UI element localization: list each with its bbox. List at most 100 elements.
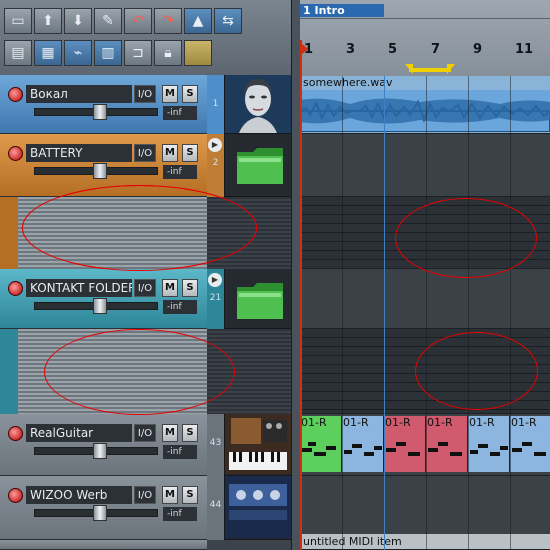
io-button[interactable]: I/O [134, 85, 156, 103]
panel-splitter[interactable] [291, 0, 300, 550]
midi-item-label: 01-R [511, 416, 537, 429]
ruler-divider [300, 18, 550, 19]
folder-indent-bar [0, 329, 18, 414]
track-kontakt-folder: KONTAKT FOLDER I/O M S -inf 21 ▶ [0, 269, 300, 329]
midi-item-label: 01-R [427, 416, 453, 429]
import-icon[interactable]: ⬆ [34, 8, 62, 34]
track-control-panel [0, 540, 207, 550]
grid-snap-icon[interactable]: ⇆ [214, 8, 242, 34]
lane-bottom[interactable]: untitled MIDI item [300, 534, 550, 550]
solo-button[interactable]: S [182, 279, 198, 297]
record-arm-button[interactable] [8, 87, 23, 102]
routing-icon[interactable]: ⌁ [64, 40, 92, 66]
folder-play-icon[interactable]: ▶ [208, 138, 222, 152]
annotation-oval [22, 185, 257, 271]
io-button[interactable]: I/O [134, 486, 156, 504]
mute-button[interactable]: M [162, 144, 178, 162]
lock-icon[interactable]: 🔒︎ [154, 40, 182, 66]
keyboard-icon[interactable]: ▥ [94, 40, 122, 66]
folder-icon [237, 148, 283, 184]
folder-icon [237, 283, 283, 319]
ruler-tick: 7 [431, 42, 441, 57]
fader-knob[interactable] [93, 163, 107, 179]
face-avatar-icon [225, 75, 291, 133]
midi-item-label: untitled MIDI item [303, 535, 402, 548]
grid-line [342, 76, 343, 550]
lane-vocal[interactable]: somewhere.wav [300, 76, 550, 134]
record-arm-button[interactable] [8, 281, 23, 296]
track-name-field[interactable]: KONTAKT FOLDER [26, 279, 132, 297]
track-number: 43 [207, 414, 224, 476]
track-vocal: Вокал I/O M S -inf 1 [0, 75, 300, 134]
fader-knob[interactable] [93, 505, 107, 521]
track-name-field[interactable]: Вокал [26, 85, 132, 103]
track-thumbnail [224, 476, 291, 540]
arrange-view[interactable]: 1 Intro 1 3 5 7 9 11 somewhere.wav 01-R … [300, 0, 550, 550]
mute-button[interactable]: M [162, 85, 178, 103]
record-arm-button[interactable] [8, 488, 23, 503]
volume-readout: -inf [163, 445, 197, 459]
io-button[interactable]: I/O [134, 144, 156, 162]
volume-readout: -inf [163, 507, 197, 521]
midi-item-label: 01-R [343, 416, 369, 429]
wrench-icon[interactable]: ✎ [94, 8, 122, 34]
loop-icon[interactable]: ⊐ [124, 40, 152, 66]
record-arm-button[interactable] [8, 146, 23, 161]
io-button[interactable]: I/O [134, 424, 156, 442]
mute-button[interactable]: M [162, 424, 178, 442]
volume-fader[interactable] [34, 104, 158, 120]
mute-button[interactable]: M [162, 279, 178, 297]
metronome-icon[interactable]: ▲ [184, 8, 212, 34]
annotation-oval [44, 329, 235, 415]
io-button[interactable]: I/O [134, 279, 156, 297]
ruler-tick: 5 [388, 42, 398, 57]
track-thumbnail [224, 75, 291, 134]
fader-knob[interactable] [93, 298, 107, 314]
grid-line [510, 76, 511, 550]
annotation-oval [415, 332, 538, 410]
region-marker[interactable]: 1 Intro [300, 4, 384, 17]
record-arm-button[interactable] [8, 426, 23, 441]
solo-button[interactable]: S [182, 85, 198, 103]
fader-knob[interactable] [93, 443, 107, 459]
render-icon[interactable]: ⬇ [64, 8, 92, 34]
track-name-field[interactable]: WIZOO Werb [26, 486, 132, 504]
volume-fader[interactable] [34, 163, 158, 179]
volume-fader[interactable] [34, 505, 158, 521]
undo-icon[interactable]: ↶ [124, 8, 152, 34]
track-thumbnail [224, 414, 291, 476]
solo-button[interactable]: S [182, 424, 198, 442]
midi-item-label: 01-R [385, 416, 411, 429]
lane-battery[interactable] [300, 134, 550, 197]
volume-fader[interactable] [34, 443, 158, 459]
lane-wizoo[interactable] [300, 476, 550, 540]
audio-item[interactable] [300, 90, 550, 133]
lane-kontakt[interactable] [300, 269, 550, 329]
folder-play-icon[interactable]: ▶ [208, 273, 222, 287]
solo-button[interactable]: S [182, 144, 198, 162]
loop-range-marker[interactable] [405, 64, 455, 76]
track-number: 1 [207, 75, 224, 134]
volume-fader[interactable] [34, 298, 158, 314]
track-control-panel: RealGuitar I/O M S -inf [0, 414, 207, 476]
midi-notes [302, 442, 546, 456]
add-track-icon[interactable]: ▭ [4, 8, 32, 34]
volume-readout: -inf [163, 106, 197, 120]
track-name-field[interactable]: RealGuitar [26, 424, 132, 442]
waveform [300, 98, 550, 133]
lane-realguitar[interactable]: 01-R 01-R 01-R 01-R 01-R 01-R [300, 414, 550, 476]
solo-button[interactable]: S [182, 486, 198, 504]
track-number: 44 [207, 476, 224, 540]
mute-button[interactable]: M [162, 486, 178, 504]
grid-icon[interactable]: ▦ [34, 40, 62, 66]
track-wizoo-werb: WIZOO Werb I/O M S -inf 44 [0, 476, 300, 540]
mixer-icon[interactable]: ▤ [4, 40, 32, 66]
timeline-ruler[interactable]: 1 Intro 1 3 5 7 9 11 [300, 0, 550, 76]
annotation-oval [395, 198, 537, 278]
redo-icon[interactable]: ↷ [154, 8, 182, 34]
color-swatch-icon[interactable] [184, 40, 212, 66]
plugin-screenshot-icon [225, 414, 291, 474]
volume-readout: -inf [163, 165, 197, 179]
track-name-field[interactable]: BATTERY [26, 144, 132, 162]
fader-knob[interactable] [93, 104, 107, 120]
